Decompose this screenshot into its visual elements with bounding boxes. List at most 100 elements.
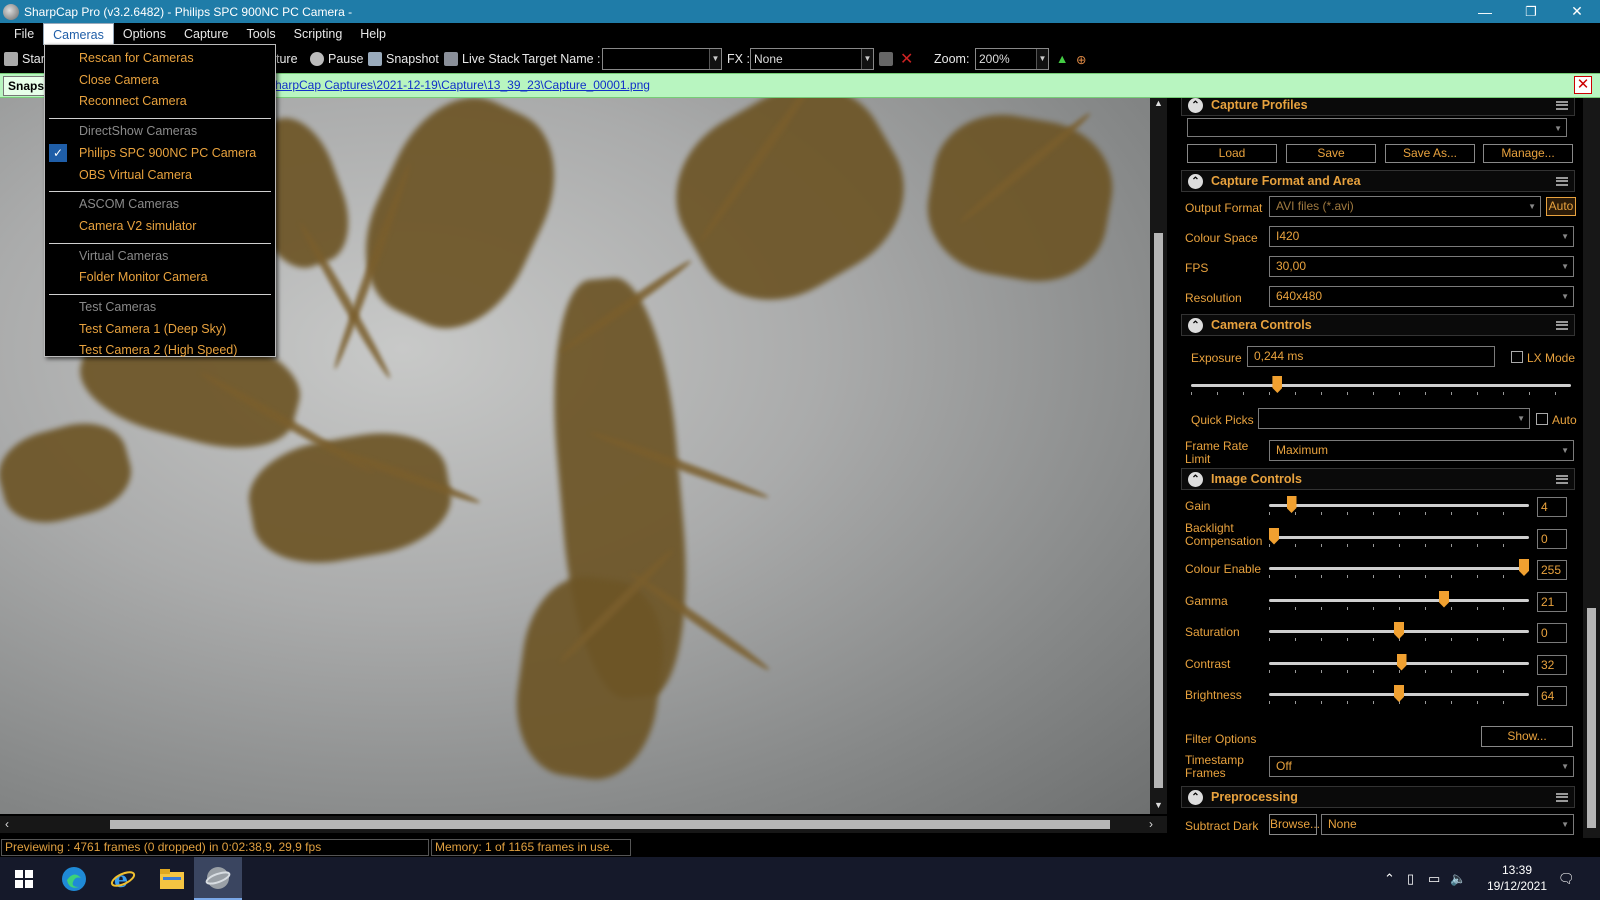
close-button[interactable]: ✕ [1554,0,1600,23]
menu-item[interactable]: Folder Monitor Camera [79,270,208,284]
minimize-button[interactable]: — [1462,0,1508,23]
camera-controls-header[interactable]: ⌃ Camera Controls [1181,314,1575,336]
collapse-icon[interactable]: ⌃ [1188,472,1203,487]
start-capture-button[interactable]: Start [4,51,48,67]
resolution-select[interactable]: 640x480 ▼ [1269,286,1574,307]
fx-select[interactable]: None ▼ [750,48,874,70]
fx-clear-icon[interactable]: ✕ [900,51,913,68]
image-control-slider[interactable] [1269,496,1529,516]
chevron-down-icon[interactable]: ▼ [1528,197,1536,216]
manage-profiles-button[interactable]: Manage... [1483,144,1573,163]
capture-profile-select[interactable]: ▼ [1187,118,1567,137]
tray-chevron-up-icon[interactable]: ⌃ [1384,871,1395,887]
capture-path-link[interactable]: harpCap Captures\2021-12-19\Capture\13_3… [275,78,650,92]
scrollbar-thumb[interactable] [1154,233,1163,788]
chevron-down-icon[interactable]: ▼ [1554,119,1562,138]
frame-rate-select[interactable]: Maximum ▼ [1269,440,1574,461]
capture-button[interactable]: ture [276,51,298,67]
show-filters-button[interactable]: Show... [1481,726,1573,747]
chevron-down-icon[interactable]: ▼ [1561,227,1569,246]
collapse-icon[interactable]: ⌃ [1188,98,1203,113]
taskbar-clock[interactable]: 13:39 19/12/2021 [1486,862,1548,894]
volume-icon[interactable]: 🔈 [1450,871,1466,887]
zoom-select[interactable]: 200% ▼ [975,48,1049,70]
notifications-icon[interactable]: 🗨 [1558,871,1575,887]
menu-icon[interactable] [1556,793,1568,802]
histogram-icon[interactable]: ▲ [1056,51,1068,67]
output-format-select[interactable]: AVI files (*.avi) ▼ [1269,196,1541,217]
edge-icon[interactable] [50,857,98,900]
chevron-down-icon[interactable]: ▼ [861,49,873,69]
menu-options[interactable]: Options [114,23,175,45]
menu-cameras[interactable]: Cameras [43,23,114,45]
subtract-dark-select[interactable]: None ▼ [1321,814,1574,835]
menu-file[interactable]: File [5,23,43,45]
image-control-value[interactable]: 0 [1537,528,1567,549]
network-icon[interactable]: ▭ [1428,871,1440,887]
slider-thumb[interactable] [1269,527,1279,545]
ie-icon[interactable]: e [99,857,147,900]
scrollbar-thumb[interactable] [110,820,1110,829]
slider-thumb[interactable] [1394,622,1404,639]
image-control-value[interactable]: 255 [1537,560,1567,580]
preview-vertical-scrollbar[interactable]: ▲ ▼ [1150,98,1167,814]
slider-thumb[interactable] [1519,559,1529,576]
target-name-input[interactable]: ▼ [602,48,722,70]
collapse-icon[interactable]: ⌃ [1188,790,1203,805]
auto-format-button[interactable]: Auto [1546,197,1576,216]
snapshot-button[interactable]: Snapshot [368,51,439,67]
scroll-right-icon[interactable]: › [1144,816,1158,833]
menu-item[interactable]: Rescan for Cameras [79,51,194,65]
chevron-down-icon[interactable]: ▼ [1036,49,1048,69]
scrollbar-thumb[interactable] [1587,608,1596,828]
colour-space-select[interactable]: I420 ▼ [1269,226,1574,247]
collapse-icon[interactable]: ⌃ [1188,174,1203,189]
image-control-slider[interactable] [1269,590,1529,611]
image-control-value[interactable]: 0 [1537,623,1567,643]
scroll-left-icon[interactable]: ‹ [0,816,14,833]
slider-thumb[interactable] [1272,376,1283,393]
quick-picks-select[interactable]: ▼ [1258,408,1530,429]
image-control-slider[interactable] [1269,653,1529,674]
browse-dark-button[interactable]: Browse... [1269,814,1320,835]
slider-thumb[interactable] [1439,590,1449,608]
menu-icon[interactable] [1556,475,1568,484]
notification-close-button[interactable]: ✕ [1574,76,1592,94]
timestamp-frames-select[interactable]: Off ▼ [1269,756,1574,777]
scroll-down-icon[interactable]: ▼ [1150,800,1167,814]
chevron-down-icon[interactable]: ▼ [709,49,721,69]
exposure-input[interactable]: 0,244 ms [1247,346,1495,367]
auto-exposure-checkbox[interactable] [1536,413,1548,425]
live-stack-button[interactable]: Live Stack [444,51,520,67]
image-control-slider[interactable] [1269,527,1529,548]
fx-settings-icon[interactable] [879,51,897,67]
menu-icon[interactable] [1556,321,1568,330]
usb-icon[interactable]: ▯ [1407,871,1414,887]
collapse-icon[interactable]: ⌃ [1188,318,1203,333]
image-control-value[interactable]: 4 [1537,497,1567,517]
scroll-up-icon[interactable]: ▲ [1150,98,1167,112]
menu-tools[interactable]: Tools [237,23,284,45]
chevron-down-icon[interactable]: ▼ [1561,757,1569,776]
lx-mode-checkbox[interactable] [1511,351,1523,363]
menu-item[interactable]: Close Camera [79,73,159,87]
save-as-profile-button[interactable]: Save As... [1385,144,1475,163]
image-control-slider[interactable] [1269,559,1529,579]
preview-horizontal-scrollbar[interactable]: ‹ › [0,816,1167,833]
slider-thumb[interactable] [1286,496,1297,513]
menu-item[interactable]: OBS Virtual Camera [79,168,192,182]
pause-button[interactable]: Pause [310,51,363,67]
image-control-value[interactable]: 21 [1537,591,1567,612]
explorer-icon[interactable] [148,857,196,900]
load-profile-button[interactable]: Load [1187,144,1277,163]
image-control-slider[interactable] [1269,622,1529,642]
save-profile-button[interactable]: Save [1286,144,1376,163]
menu-item[interactable]: Camera V2 simulator [79,219,196,233]
image-control-slider[interactable] [1269,685,1529,705]
fps-select[interactable]: 30,00 ▼ [1269,256,1574,277]
chevron-down-icon[interactable]: ▼ [1561,441,1569,460]
slider-thumb[interactable] [1394,685,1404,702]
image-controls-header[interactable]: ⌃ Image Controls [1181,468,1575,490]
sharpcap-icon[interactable] [194,857,242,900]
menu-icon[interactable] [1556,101,1568,110]
